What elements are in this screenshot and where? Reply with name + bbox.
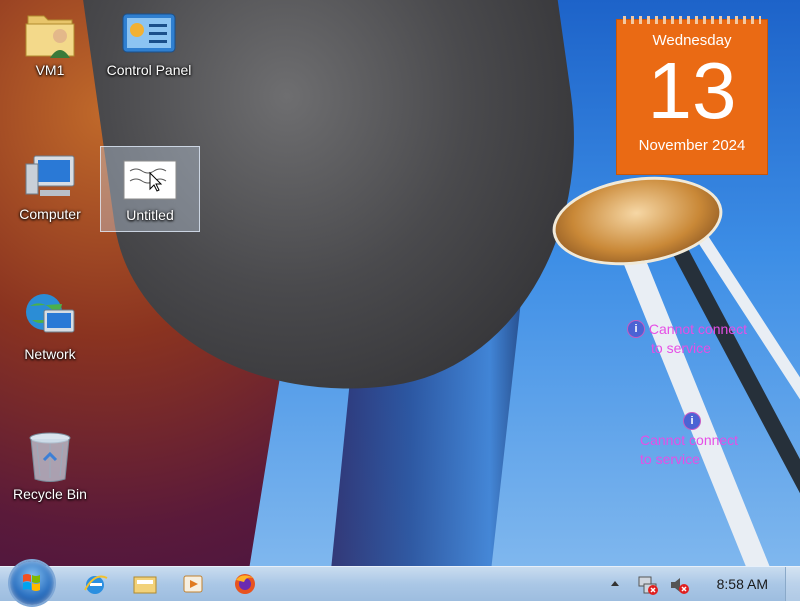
desktop-icon-label: Untitled [126,207,174,223]
notice-line2: to service [651,340,711,356]
network-disconnected-icon[interactable] [637,574,659,596]
internet-explorer-icon [84,575,108,594]
service-error-notice: i Cannot connect to service [627,320,747,358]
calendar-month-year: November 2024 [638,137,746,154]
taskbar-internet-explorer[interactable] [80,570,110,598]
calendar-gadget[interactable]: Wednesday 13 November 2024 [617,16,767,174]
info-icon: i [683,412,701,430]
info-icon: i [627,320,645,338]
desktop-icon-untitled[interactable]: Untitled [100,146,200,232]
volume-muted-icon[interactable] [668,574,690,596]
desktop-icon-label: VM1 [35,62,65,78]
taskbar-file-explorer[interactable] [130,570,160,598]
taskbar-firefox[interactable] [230,570,260,598]
show-desktop-button[interactable] [785,567,800,601]
firefox-icon [235,574,255,594]
desktop-icon-network[interactable]: Network [2,286,98,372]
notice-line1: Cannot connect [648,321,747,337]
control-panel-icon [122,13,176,53]
taskbar: 8:58 AM [0,561,800,605]
show-hidden-icons-arrow[interactable] [610,579,620,589]
system-tray: 8:58 AM [580,567,800,601]
desktop-icon-control-panel[interactable]: Control Panel [101,2,197,88]
network-icon [26,294,75,333]
wallpaper-needle-top [546,166,729,276]
image-file-icon [123,160,177,200]
computer-icon [25,155,75,196]
taskbar-clock[interactable]: 8:58 AM [717,576,768,592]
taskbar-media-player[interactable] [178,570,208,598]
desktop-background: VM1 Control Panel Computer Untitled Netw… [0,0,800,566]
desktop-icon-computer[interactable]: Computer [2,146,98,232]
notice-line1: Cannot connect [640,432,739,448]
desktop-icon-label: Network [24,346,76,362]
desktop-icon-vm1[interactable]: VM1 [2,2,98,88]
user-folder-icon [25,15,75,58]
desktop-icon-label: Recycle Bin [13,486,87,502]
desktop-icon-label: Computer [19,206,81,222]
recycle-bin-icon [29,432,71,482]
media-player-icon [183,575,203,593]
desktop-icon-label: Control Panel [106,62,192,78]
start-button[interactable] [10,561,54,605]
calendar-date: 13 [647,46,737,135]
file-explorer-icon [133,576,157,594]
desktop-icon-recycle-bin[interactable]: Recycle Bin [2,426,98,512]
service-error-notice: i Cannot connect to service [640,412,738,469]
calendar-binding [623,16,761,24]
notice-line2: to service [640,451,700,467]
windows-logo-icon [23,574,40,591]
